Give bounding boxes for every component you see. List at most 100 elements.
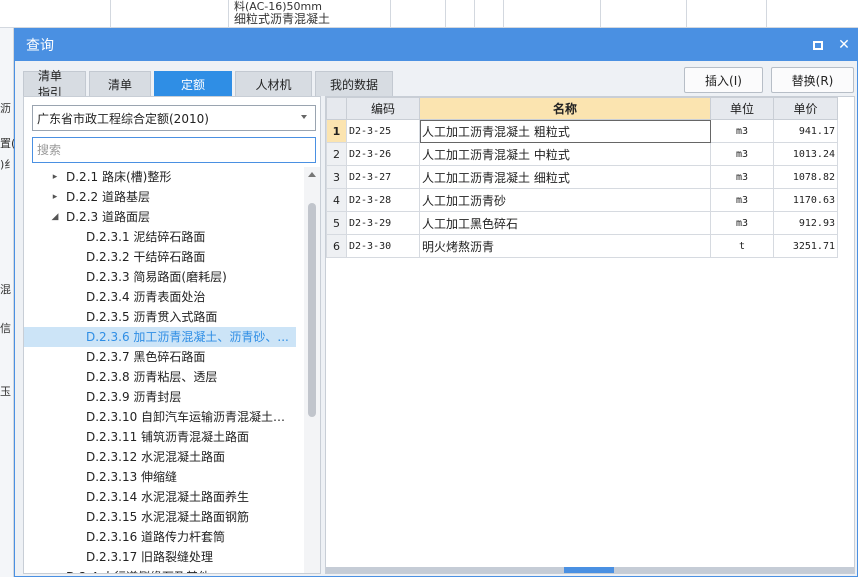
row-number[interactable]: 2 [326, 142, 347, 166]
dialog-titlebar[interactable]: 查询 ✕ [15, 29, 857, 61]
bg-divider [474, 0, 475, 28]
tree-item[interactable]: D.2.3.14 水泥混凝土路面养生 [24, 487, 296, 507]
dialog-title: 查询 [26, 38, 54, 54]
cell-name[interactable]: 人工加工沥青砂 [419, 188, 711, 212]
background-row: 料(AC-16)50mm 细粒式沥青混凝土 [0, 0, 858, 28]
tree-item[interactable]: D.2.3.2 干结碎石路面 [24, 247, 296, 267]
quota-tree: ▸ D.2.1 路床(槽)整形 ▸ D.2.2 道路基层 ◢ D.2.3 道路面层 D.2.… [24, 167, 303, 573]
cell-code[interactable]: D2-3-26 [346, 142, 420, 166]
cell-price[interactable]: 1078.82 [773, 165, 838, 189]
col-header-code[interactable]: 编码 [346, 97, 420, 120]
search-input[interactable] [32, 137, 316, 163]
tree-item[interactable]: D.2.3.7 黑色碎石路面 [24, 347, 296, 367]
table-row[interactable]: 2 D2-3-26 人工加工沥青混凝土 中粒式 m3 1013.24 [326, 142, 838, 166]
tree-item[interactable]: D.2.3.11 铺筑沥青混凝土路面 [24, 427, 296, 447]
cell-price[interactable]: 941.17 [773, 119, 838, 143]
cell-unit[interactable]: m3 [710, 142, 774, 166]
tree-item-label: D.2.3.14 水泥混凝土路面养生 [86, 490, 250, 504]
tree-item-label: D.2.3.6 加工沥青混凝土、沥青砂、... [86, 330, 289, 344]
tab-my-data[interactable]: 我的数据 [315, 71, 393, 96]
grid-hscrollbar[interactable] [326, 567, 854, 573]
tree-item[interactable]: D.2.3.6 加工沥青混凝土、沥青砂、... [24, 327, 296, 347]
table-row[interactable]: 6 D2-3-30 明火烤熬沥青 t 3251.71 [326, 234, 838, 258]
tree-item[interactable]: D.2.3.3 简易路面(磨耗层) [24, 267, 296, 287]
cell-code[interactable]: D2-3-30 [346, 234, 420, 258]
bg-left-fragment: )纟 [0, 158, 16, 171]
cell-price[interactable]: 3251.71 [773, 234, 838, 258]
chevron-down-icon [301, 115, 307, 119]
cell-name[interactable]: 明火烤熬沥青 [419, 234, 711, 258]
cell-unit[interactable]: m3 [710, 211, 774, 235]
expand-arrow-icon[interactable]: ▸ [50, 567, 60, 573]
col-header-name[interactable]: 名称 [419, 97, 711, 120]
tree-item[interactable]: D.2.3.1 泥结碎石路面 [24, 227, 296, 247]
tree-item[interactable]: D.2.3.17 旧路裂缝处理 [24, 547, 296, 567]
cell-code[interactable]: D2-3-27 [346, 165, 420, 189]
row-number[interactable]: 4 [326, 188, 347, 212]
tab-labor-material[interactable]: 人材机 [235, 71, 312, 96]
expand-arrow-icon[interactable]: ▸ [50, 187, 60, 207]
expand-arrow-icon[interactable]: ▸ [50, 167, 60, 187]
cell-name[interactable]: 人工加工沥青混凝土 中粒式 [419, 142, 711, 166]
tab-bill-guide[interactable]: 清单指引 [23, 69, 86, 100]
replace-button[interactable]: 替换(R) [771, 67, 854, 93]
tree-item[interactable]: D.2.3.8 沥青粘层、透层 [24, 367, 296, 387]
hscroll-thumb[interactable] [564, 567, 614, 573]
tab-bill[interactable]: 清单 [89, 71, 151, 96]
cell-code[interactable]: D2-3-28 [346, 188, 420, 212]
cell-code[interactable]: D2-3-29 [346, 211, 420, 235]
tree-item-label: D.2.3.16 道路传力杆套筒 [86, 530, 226, 544]
row-number[interactable]: 3 [326, 165, 347, 189]
col-header-price[interactable]: 单价 [773, 97, 838, 120]
library-select[interactable]: 广东省市政工程综合定额(2010) [32, 105, 316, 131]
library-select-value: 广东省市政工程综合定额(2010) [37, 111, 209, 126]
tree-item[interactable]: D.2.3.16 道路传力杆套筒 [24, 527, 296, 547]
insert-button[interactable]: 插入(I) [684, 67, 763, 93]
tree-item[interactable]: ▸ D.2.4 人行道侧缘石及其他 [24, 567, 296, 573]
scroll-up-icon[interactable] [304, 167, 320, 181]
tree-item[interactable]: D.2.3.15 水泥混凝土路面钢筋 [24, 507, 296, 527]
table-row[interactable]: 4 D2-3-28 人工加工沥青砂 m3 1170.63 [326, 188, 838, 212]
close-button[interactable]: ✕ [831, 29, 857, 61]
tree-item-label: D.2.1 路床(槽)整形 [66, 170, 172, 184]
tree-item-label: D.2.3.7 黑色碎石路面 [86, 350, 206, 364]
tree-item[interactable]: ▸ D.2.2 道路基层 [24, 187, 296, 207]
bg-divider [686, 0, 687, 28]
tree-item-label: D.2.3.5 沥青贯入式路面 [86, 310, 218, 324]
cell-price[interactable]: 1170.63 [773, 188, 838, 212]
collapse-arrow-icon[interactable]: ◢ [50, 207, 60, 227]
table-row[interactable]: 5 D2-3-29 人工加工黑色碎石 m3 912.93 [326, 211, 838, 235]
tree-item[interactable]: D.2.3.12 水泥混凝土路面 [24, 447, 296, 467]
bg-divider [445, 0, 446, 28]
table-row[interactable]: 1 D2-3-25 人工加工沥青混凝土 粗粒式 m3 941.17 [326, 119, 838, 143]
cell-unit[interactable]: m3 [710, 188, 774, 212]
tree-item[interactable]: D.2.3.9 沥青封层 [24, 387, 296, 407]
tree-scrollbar[interactable] [304, 167, 320, 573]
row-number[interactable]: 1 [326, 119, 347, 143]
tab-quota[interactable]: 定额 [154, 71, 232, 96]
tree-item[interactable]: D.2.3.13 伸缩缝 [24, 467, 296, 487]
tree-item[interactable]: D.2.3.10 自卸汽车运输沥青混凝土混... [24, 407, 296, 427]
tree-item[interactable]: D.2.3.5 沥青贯入式路面 [24, 307, 296, 327]
maximize-button[interactable] [805, 29, 831, 61]
cell-code[interactable]: D2-3-25 [346, 119, 420, 143]
cell-unit[interactable]: m3 [710, 119, 774, 143]
cell-name[interactable]: 人工加工沥青混凝土 粗粒式 [419, 119, 711, 143]
col-header-unit[interactable]: 单位 [710, 97, 774, 120]
tree-item[interactable]: D.2.3.4 沥青表面处治 [24, 287, 296, 307]
row-number[interactable]: 6 [326, 234, 347, 258]
row-number[interactable]: 5 [326, 211, 347, 235]
tree-item[interactable]: ▸ D.2.1 路床(槽)整形 [24, 167, 296, 187]
cell-name[interactable]: 人工加工沥青混凝土 细粒式 [419, 165, 711, 189]
table-row[interactable]: 3 D2-3-27 人工加工沥青混凝土 细粒式 m3 1078.82 [326, 165, 838, 189]
scrollbar-thumb[interactable] [308, 203, 316, 417]
bg-left-fragment: 沥 [0, 102, 11, 115]
cell-unit[interactable]: t [710, 234, 774, 258]
cell-unit[interactable]: m3 [710, 165, 774, 189]
bg-divider [110, 0, 111, 28]
cell-name[interactable]: 人工加工黑色碎石 [419, 211, 711, 235]
tree-item[interactable]: ◢ D.2.3 道路面层 [24, 207, 296, 227]
cell-price[interactable]: 1013.24 [773, 142, 838, 166]
cell-price[interactable]: 912.93 [773, 211, 838, 235]
tree-item-label: D.2.3.3 简易路面(磨耗层) [86, 270, 227, 284]
